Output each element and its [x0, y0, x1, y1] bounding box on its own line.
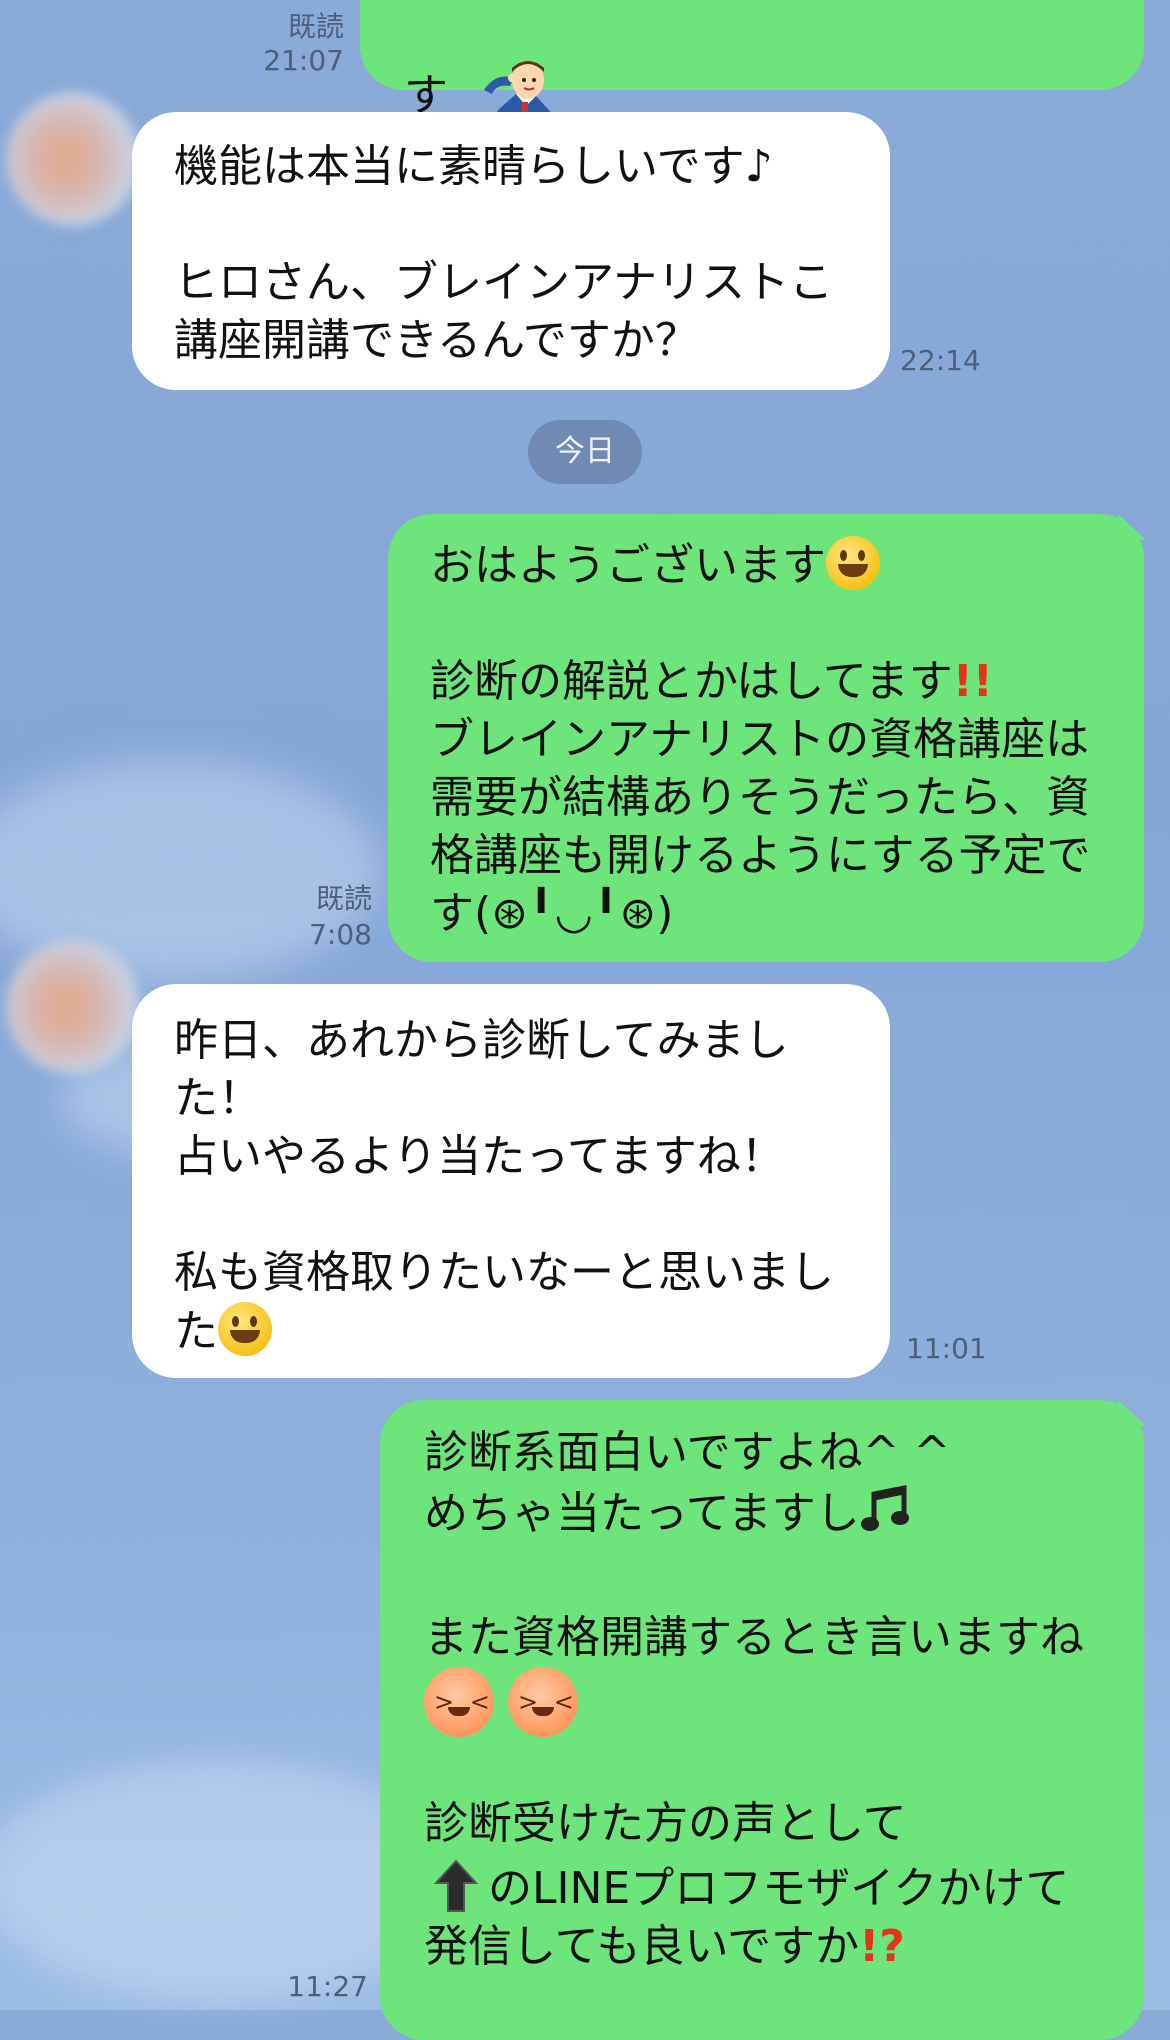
message-text: 診断系面白いですよね^ ^ めちゃ当たってますし また資格開講するとき言いますね…	[424, 1424, 1084, 1976]
message-text: 機能は本当に素晴らしいです♪ ヒロさん、ブレインアナリストこ 講座開講できるんで…	[174, 141, 834, 366]
bubble-tail	[1118, 514, 1146, 540]
message-text: す	[404, 2, 556, 130]
message-time: 7:08	[309, 918, 372, 951]
read-receipt: 既読	[287, 10, 344, 43]
message-text: おはようございます 診断の解説とかはしてます!! ブレインアナリストの資格講座は…	[430, 536, 1090, 943]
message-time: 21:07	[263, 44, 344, 77]
message-time: 11:01	[906, 1332, 987, 1365]
message-text: 昨日、あれから診断してみまし た！ 占いやるより当たってますね！ 私も資格取りた…	[174, 1015, 834, 1357]
date-separator: 今日	[528, 420, 642, 484]
blushing-face-icon	[508, 1667, 578, 1737]
exclamation-question-icon: !?	[859, 1921, 905, 1972]
bubble-tail	[1118, 1400, 1146, 1426]
read-receipt: 既読	[315, 882, 372, 915]
contact-avatar[interactable]	[6, 92, 140, 226]
smiling-face-icon	[218, 1302, 272, 1356]
message-time: 22:14	[900, 344, 981, 377]
contact-avatar[interactable]	[6, 940, 140, 1074]
message-time: 11:27	[287, 1970, 368, 2003]
blushing-face-icon	[424, 1667, 494, 1737]
up-arrow-icon	[424, 1853, 488, 1917]
saluting-businessman-sticker-icon	[448, 2, 556, 130]
music-note-icon	[860, 1482, 914, 1551]
double-exclamation-icon: !!	[952, 656, 993, 707]
grinning-face-icon	[826, 536, 880, 590]
